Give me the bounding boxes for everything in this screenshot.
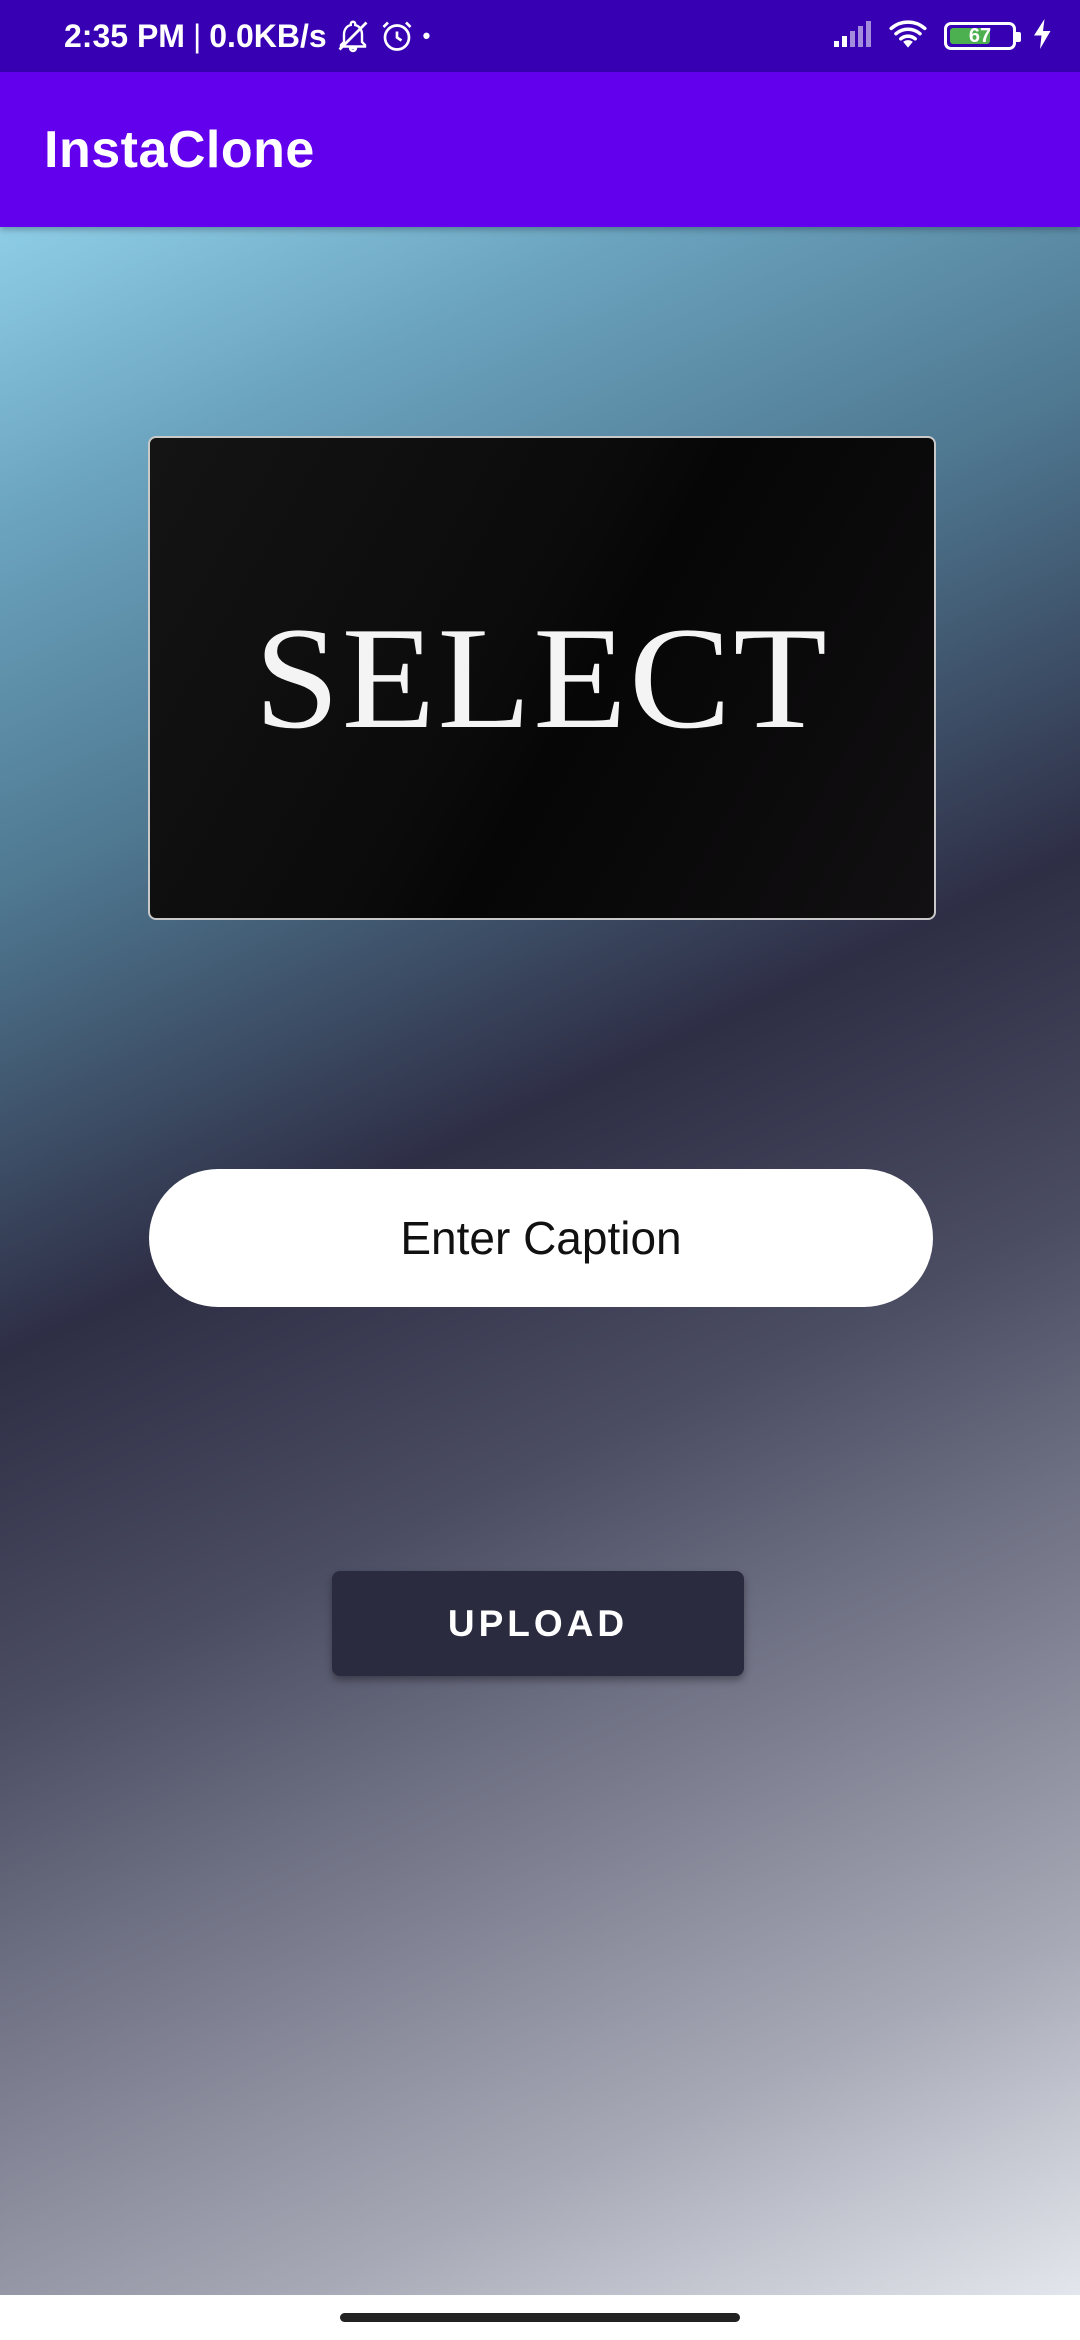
select-image-button[interactable]: SELECT (148, 436, 936, 920)
status-dot: • (422, 23, 431, 48)
select-image-label: SELECT (254, 597, 830, 759)
charging-icon (1032, 18, 1054, 54)
battery-icon: 67 (944, 22, 1021, 50)
home-indicator[interactable] (340, 2313, 740, 2322)
signal-icon (832, 19, 872, 54)
status-right: 67 (832, 0, 1054, 72)
navigation-bar (0, 2295, 1080, 2340)
battery-tip (1016, 32, 1021, 42)
caption-input[interactable] (149, 1169, 933, 1307)
status-time: 2:35 PM (64, 17, 185, 54)
wifi-icon (888, 18, 928, 55)
battery-level: 67 (968, 24, 992, 47)
main-content: SELECT UPLOAD (0, 227, 1080, 2295)
status-bar: 2:35 PM | 0.0KB/s • 67 (0, 0, 1080, 72)
status-left: 2:35 PM | 0.0KB/s • (64, 0, 430, 72)
app-bar: InstaClone (0, 72, 1080, 227)
alarm-icon (379, 18, 415, 54)
network-speed: 0.0KB/s (209, 17, 327, 54)
upload-button[interactable]: UPLOAD (332, 1571, 744, 1676)
notifications-off-icon (335, 18, 371, 54)
status-separator: | (192, 17, 202, 54)
app-title: InstaClone (44, 120, 315, 179)
